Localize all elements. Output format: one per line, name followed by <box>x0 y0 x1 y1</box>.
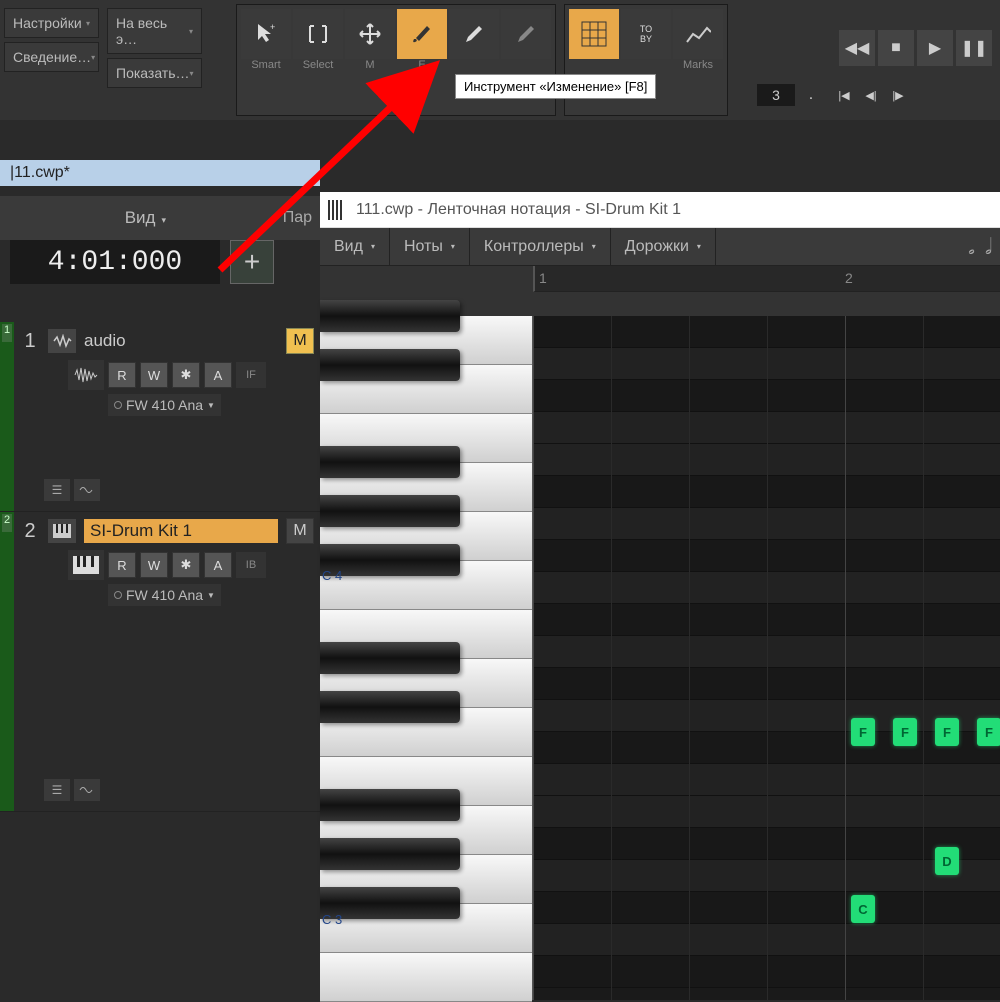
piano-roll-icon <box>328 200 348 220</box>
par-label: Пар <box>283 209 312 227</box>
tool-edit[interactable] <box>397 9 447 59</box>
menu-mixdown[interactable]: Сведение…▾ <box>4 42 99 72</box>
track-2-if[interactable]: IB <box>236 552 266 578</box>
tool-select[interactable] <box>293 9 343 59</box>
waveform-icon[interactable] <box>68 360 104 390</box>
tool-erase[interactable] <box>501 9 551 59</box>
midi-note[interactable]: F <box>893 718 917 746</box>
transport-controls: ◀◀ ■ ▶ ❚❚ <box>839 30 992 66</box>
tool-snap[interactable] <box>569 9 619 59</box>
keyboard-icon[interactable] <box>68 550 104 580</box>
tool-smart[interactable]: + <box>241 9 291 59</box>
track-1-mini-wave[interactable] <box>74 479 100 501</box>
add-track-button[interactable]: + <box>230 240 274 284</box>
pause-button[interactable]: ❚❚ <box>956 30 992 66</box>
stop-button[interactable]: ■ <box>878 30 914 66</box>
key-label-c4: C 4 <box>322 568 342 583</box>
pw-menu-view[interactable]: Вид▾ <box>320 228 390 265</box>
menu-show[interactable]: Показать…▾ <box>107 58 202 88</box>
piano-roll-title-bar[interactable]: 111.cwp - Ленточная нотация - SI-Drum Ki… <box>320 192 1000 228</box>
track-1-fx[interactable]: ✱ <box>172 362 200 388</box>
view-dropdown[interactable]: Вид▾ <box>8 208 283 228</box>
midi-note[interactable]: C <box>851 895 875 923</box>
track-2-marker: 2 <box>2 514 12 532</box>
to-start-button[interactable]: |◀ <box>832 85 856 105</box>
track-2[interactable]: 2 2 SI-Drum Kit 1 M R W ✱ A IB FW 410 An… <box>0 512 320 812</box>
tool-move[interactable] <box>345 9 395 59</box>
tracks-panel: 1 1 audio M R W ✱ A IF FW 410 Ana▼ ☰ <box>0 322 320 812</box>
track-view-header: Вид▾ Пар <box>0 196 320 240</box>
track-2-output[interactable]: FW 410 Ana▼ <box>108 584 221 606</box>
tool-marks[interactable] <box>673 9 723 59</box>
track-2-w[interactable]: W <box>140 552 168 578</box>
midi-note[interactable]: F <box>851 718 875 746</box>
track-type-midi-icon[interactable] <box>48 519 76 543</box>
track-1-name[interactable]: audio <box>84 331 278 351</box>
track-2-index: 2 <box>20 520 40 543</box>
track-1-r[interactable]: R <box>108 362 136 388</box>
midi-note[interactable]: D <box>935 847 959 875</box>
track-type-audio-icon[interactable] <box>48 329 76 353</box>
time-display[interactable]: 4:01:000 <box>10 240 220 284</box>
track-1-output[interactable]: FW 410 Ana▼ <box>108 394 221 416</box>
track-1-w[interactable]: W <box>140 362 168 388</box>
piano-roll-menu: Вид▾ Ноты▾ Контроллеры▾ Дорожки▾ 𝅗 𝅗𝅥 <box>320 228 1000 266</box>
midi-grid[interactable]: F F F F D C <box>533 316 1000 1000</box>
counter-box[interactable]: 3 <box>757 84 795 106</box>
track-2-mute[interactable]: M <box>286 518 314 544</box>
track-1-mute[interactable]: M <box>286 328 314 354</box>
track-1-index: 1 <box>20 330 40 353</box>
tool-draw[interactable] <box>449 9 499 59</box>
pw-menu-tracks[interactable]: Дорожки▾ <box>611 228 716 265</box>
half-note-icon[interactable]: 𝅗𝅥 <box>985 234 992 260</box>
play-button[interactable]: ▶ <box>917 30 953 66</box>
rewind-button[interactable]: ◀◀ <box>839 30 875 66</box>
pw-menu-notes[interactable]: Ноты▾ <box>390 228 470 265</box>
track-1-if[interactable]: IF <box>236 362 266 388</box>
midi-note[interactable]: F <box>977 718 1000 746</box>
track-1[interactable]: 1 1 audio M R W ✱ A IF FW 410 Ana▼ ☰ <box>0 322 320 512</box>
whole-note-icon[interactable]: 𝅗 <box>968 234 975 260</box>
track-2-mini-wave[interactable] <box>74 779 100 801</box>
pw-menu-controllers[interactable]: Контроллеры▾ <box>470 228 611 265</box>
svg-text:+: + <box>270 22 275 32</box>
menu-settings[interactable]: Настройки▾ <box>4 8 99 38</box>
menu-fullscreen[interactable]: На весь э…▾ <box>107 8 202 54</box>
track-2-a[interactable]: A <box>204 552 232 578</box>
edit-tool-tooltip: Инструмент «Изменение» [F8] <box>455 74 656 99</box>
piano-roll-window: 111.cwp - Ленточная нотация - SI-Drum Ki… <box>320 192 1000 1000</box>
step-fwd-button[interactable]: |▶ <box>886 85 910 105</box>
step-back-button[interactable]: ◀| <box>859 85 883 105</box>
piano-keyboard[interactable]: C 4 C 3 <box>320 316 533 1000</box>
counter-dot[interactable]: . <box>802 84 820 106</box>
track-1-a[interactable]: A <box>204 362 232 388</box>
track-1-marker: 1 <box>2 324 12 342</box>
track-2-r[interactable]: R <box>108 552 136 578</box>
midi-note[interactable]: F <box>935 718 959 746</box>
track-2-mini-bars[interactable]: ☰ <box>44 779 70 801</box>
track-2-name[interactable]: SI-Drum Kit 1 <box>84 519 278 543</box>
track-1-mini-bars[interactable]: ☰ <box>44 479 70 501</box>
key-label-c3: C 3 <box>322 912 342 927</box>
track-2-fx[interactable]: ✱ <box>172 552 200 578</box>
tool-toby[interactable]: TOBY <box>621 9 671 59</box>
file-tab[interactable]: |11.cwp* <box>0 160 320 186</box>
